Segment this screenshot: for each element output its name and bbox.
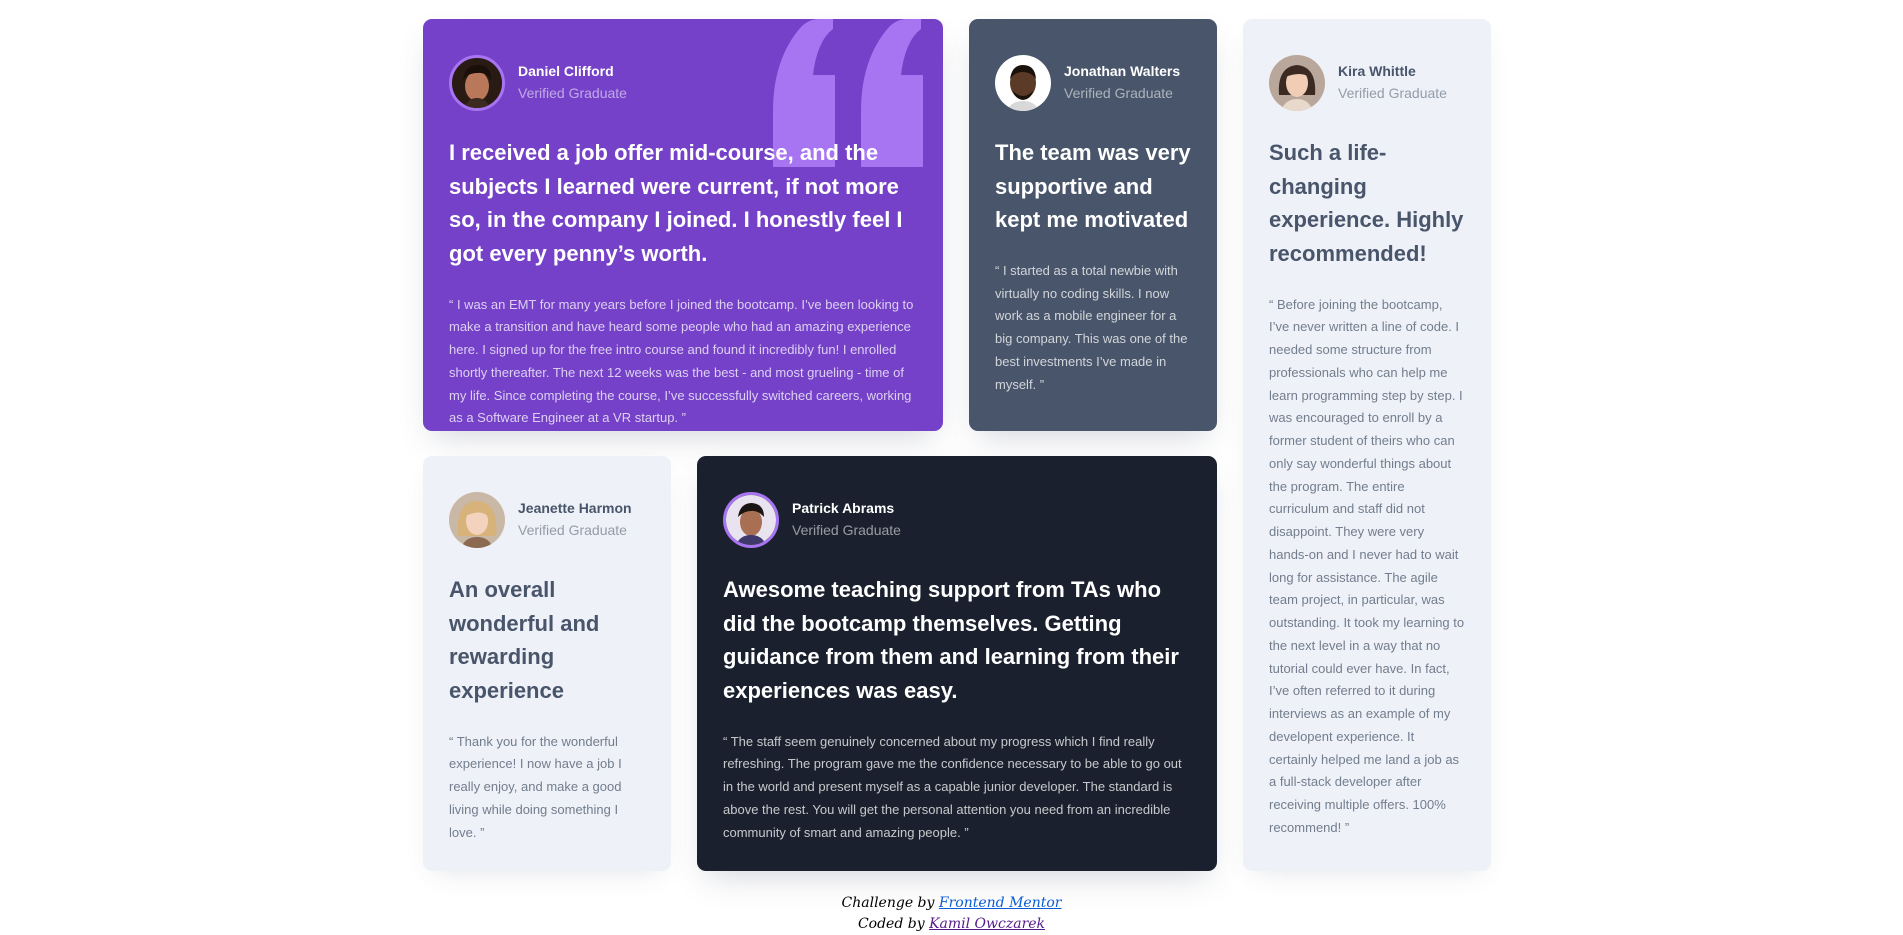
testimonial-headline: Awesome teaching support from TAs who di…: [723, 577, 1179, 703]
author-role: Verified Graduate: [1338, 85, 1447, 101]
author-name: Jonathan Walters: [1064, 63, 1181, 80]
author-role: Verified Graduate: [792, 522, 901, 538]
author-name: Daniel Clifford: [518, 63, 614, 80]
testimonial-card-jonathan: Jonathan Walters Verified Graduate The t…: [969, 19, 1217, 431]
testimonial-body: “ Thank you for the wonderful experience…: [449, 733, 622, 840]
testimonial-header: Daniel Clifford Verified Graduate: [449, 55, 917, 111]
testimonial-body: “ The staff seem genuinely concerned abo…: [723, 733, 1182, 840]
avatar: [1269, 55, 1325, 111]
author-role: Verified Graduate: [518, 522, 627, 538]
testimonial-header: Jonathan Walters Verified Graduate: [995, 55, 1191, 111]
avatar: [449, 55, 505, 111]
testimonial-header: Patrick Abrams Verified Graduate: [723, 492, 1191, 548]
author-name: Patrick Abrams: [792, 500, 895, 517]
author-name: Kira Whittle: [1338, 63, 1416, 80]
author-role: Verified Graduate: [1064, 85, 1173, 101]
avatar: [723, 492, 779, 548]
author-link[interactable]: Kamil Owczarek: [929, 916, 1045, 932]
testimonial-card-jeanette: Jeanette Harmon Verified Graduate An ove…: [423, 456, 671, 871]
author-role: Verified Graduate: [518, 85, 627, 101]
testimonial-header: Jeanette Harmon Verified Graduate: [449, 492, 645, 548]
attribution-challenge: Challenge by Frontend Mentor: [0, 893, 1903, 914]
testimonial-header: Kira Whittle Verified Graduate: [1269, 55, 1465, 111]
frontend-mentor-link[interactable]: Frontend Mentor: [939, 895, 1062, 911]
author-name: Jeanette Harmon: [518, 500, 632, 517]
testimonial-card-daniel: Daniel Clifford Verified Graduate I rece…: [423, 19, 943, 431]
testimonial-headline: The team was very supportive and kept me…: [995, 140, 1191, 233]
attribution-challenge-prefix: Challenge by: [841, 895, 935, 911]
testimonial-card-patrick: Patrick Abrams Verified Graduate Awesome…: [697, 456, 1217, 871]
avatar: [995, 55, 1051, 111]
testimonial-headline: An overall wonderful and rewarding exper…: [449, 577, 600, 703]
testimonial-headline: Such a life-changing experience. Highly …: [1269, 140, 1464, 266]
testimonial-body: “ I was an EMT for many years before I j…: [449, 296, 914, 426]
testimonial-body: “ I started as a total newbie with virtu…: [995, 262, 1188, 392]
attribution-coded-prefix: Coded by: [857, 916, 925, 932]
attribution-coded: Coded by Kamil Owczarek: [0, 914, 1903, 935]
testimonial-body: “ Before joining the bootcamp, I’ve neve…: [1269, 296, 1465, 835]
avatar: [449, 492, 505, 548]
testimonials-grid: Daniel Clifford Verified Graduate I rece…: [423, 19, 1491, 871]
testimonial-card-kira: Kira Whittle Verified Graduate Such a li…: [1243, 19, 1491, 871]
attribution: Challenge by Frontend Mentor Coded by Ka…: [0, 893, 1903, 935]
testimonial-headline: I received a job offer mid-course, and t…: [449, 140, 903, 266]
